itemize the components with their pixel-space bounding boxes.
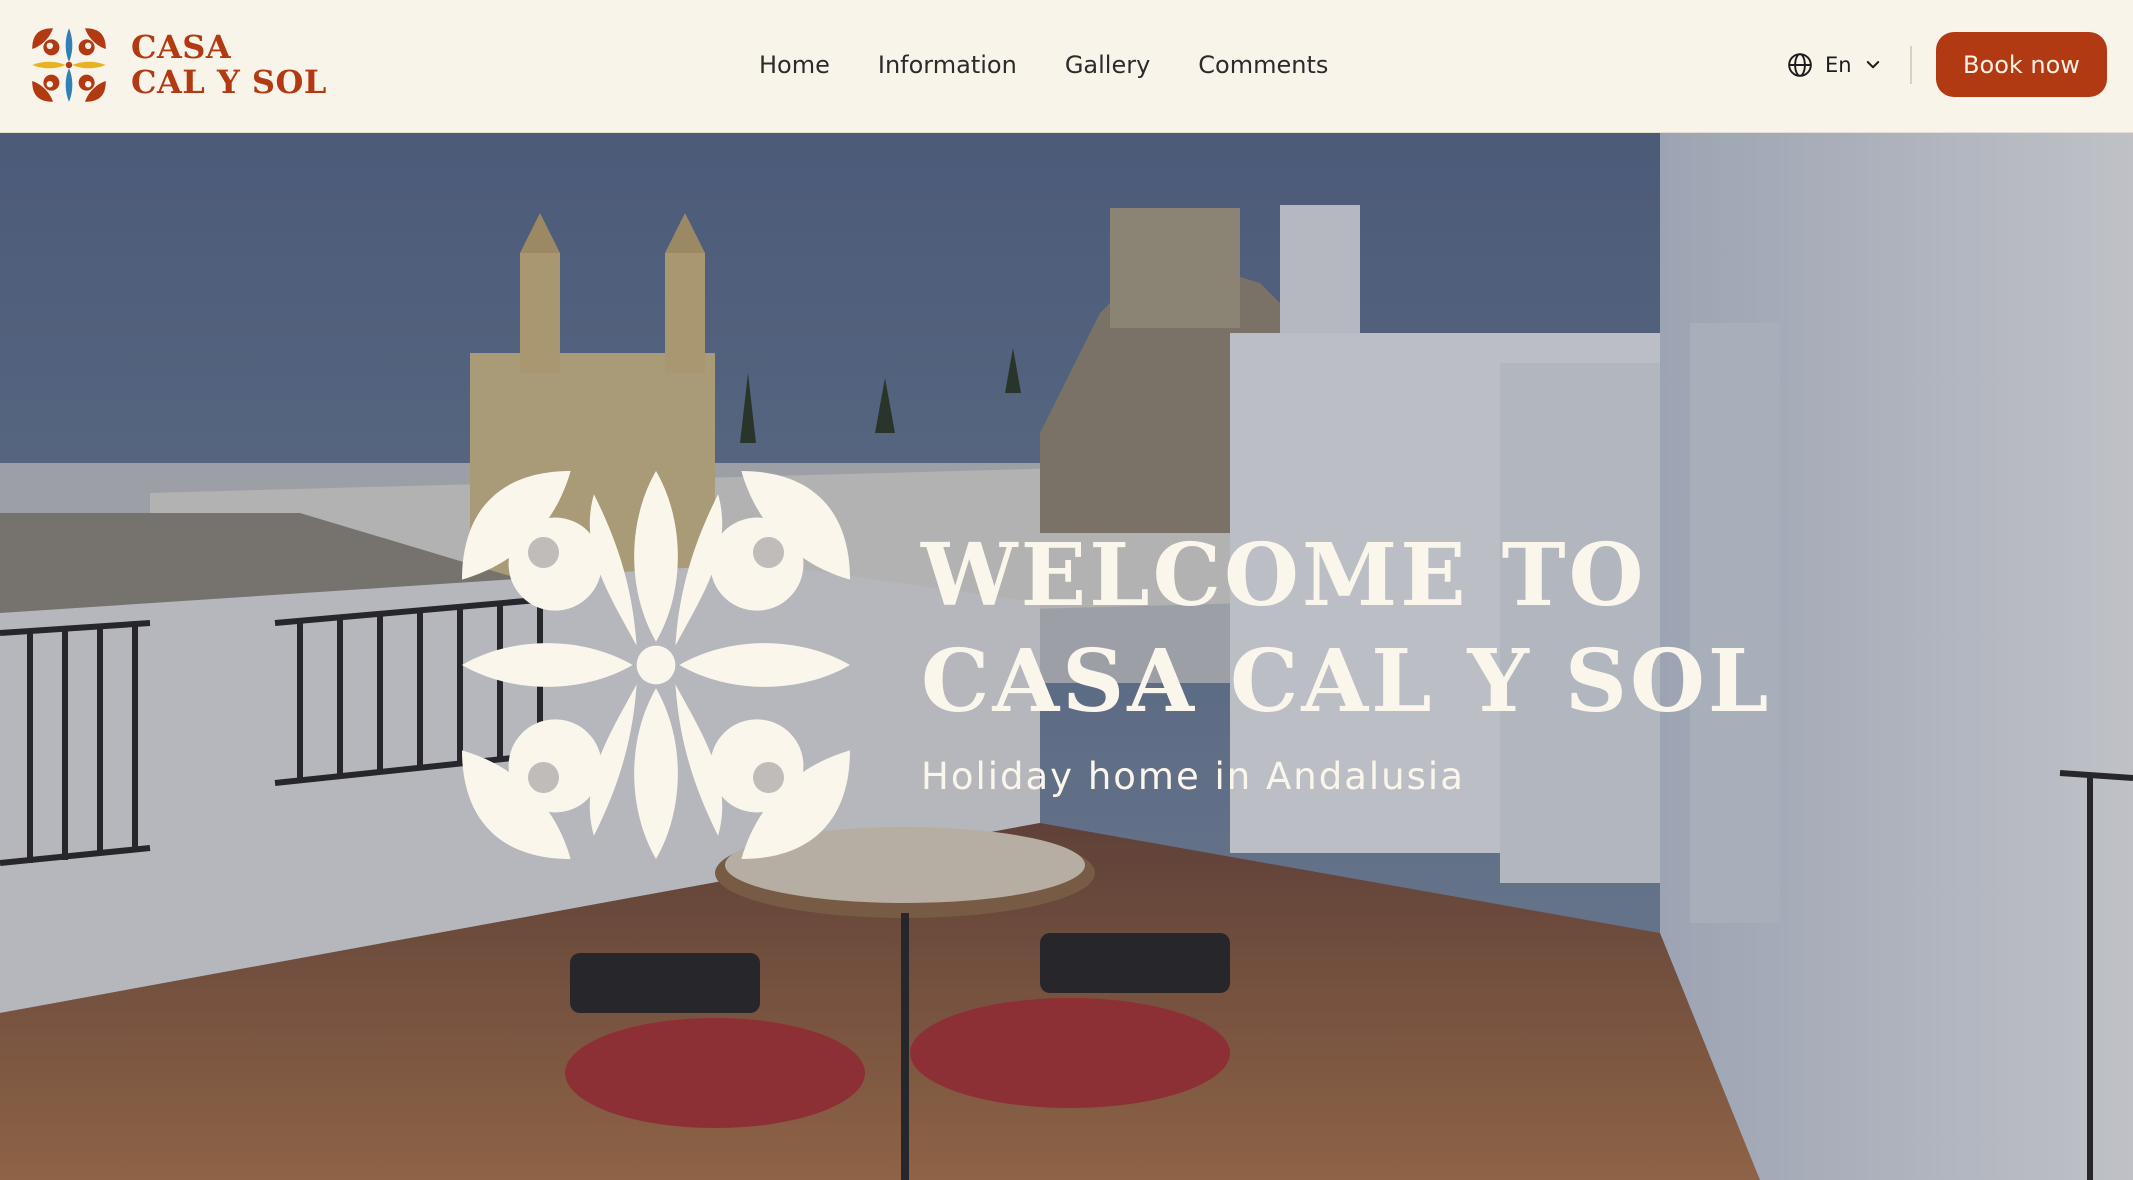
language-selector[interactable]: En	[1787, 48, 1882, 82]
globe-icon	[1788, 53, 1812, 77]
brand-name-line1: CASA	[131, 28, 232, 66]
book-now-button[interactable]: Book now	[1936, 32, 2107, 97]
language-label: En	[1825, 53, 1852, 77]
tile-flower-emblem-icon	[462, 471, 850, 859]
main-nav: Home Information Gallery Comments	[759, 0, 1328, 130]
nav-item-gallery[interactable]: Gallery	[1065, 51, 1150, 79]
chevron-down-icon	[1866, 61, 1879, 69]
tile-flower-logo-icon	[32, 28, 106, 102]
nav-item-home[interactable]: Home	[759, 51, 830, 79]
hero-title-line1: WELCOME TO	[921, 525, 1647, 626]
nav-item-comments[interactable]: Comments	[1198, 51, 1328, 79]
hero-title-line2: CASA CAL Y SOL	[921, 631, 1772, 732]
hero-title: WELCOME TO CASA CAL Y SOL	[921, 523, 2071, 735]
brand-logo[interactable]: CASA CAL Y SOL	[29, 24, 327, 106]
hero-subtitle: Holiday home in Andalusia	[921, 755, 1465, 798]
hero-section: WELCOME TO CASA CAL Y SOL Holiday home i…	[0, 133, 2133, 1180]
header-divider	[1910, 46, 1912, 84]
brand-name: CASA CAL Y SOL	[131, 30, 327, 100]
nav-item-information[interactable]: Information	[878, 51, 1017, 79]
site-header: CASA CAL Y SOL Home Information Gallery …	[0, 0, 2133, 133]
brand-name-line2: CAL Y SOL	[131, 63, 327, 101]
hero-text-block: WELCOME TO CASA CAL Y SOL Holiday home i…	[921, 523, 2071, 798]
